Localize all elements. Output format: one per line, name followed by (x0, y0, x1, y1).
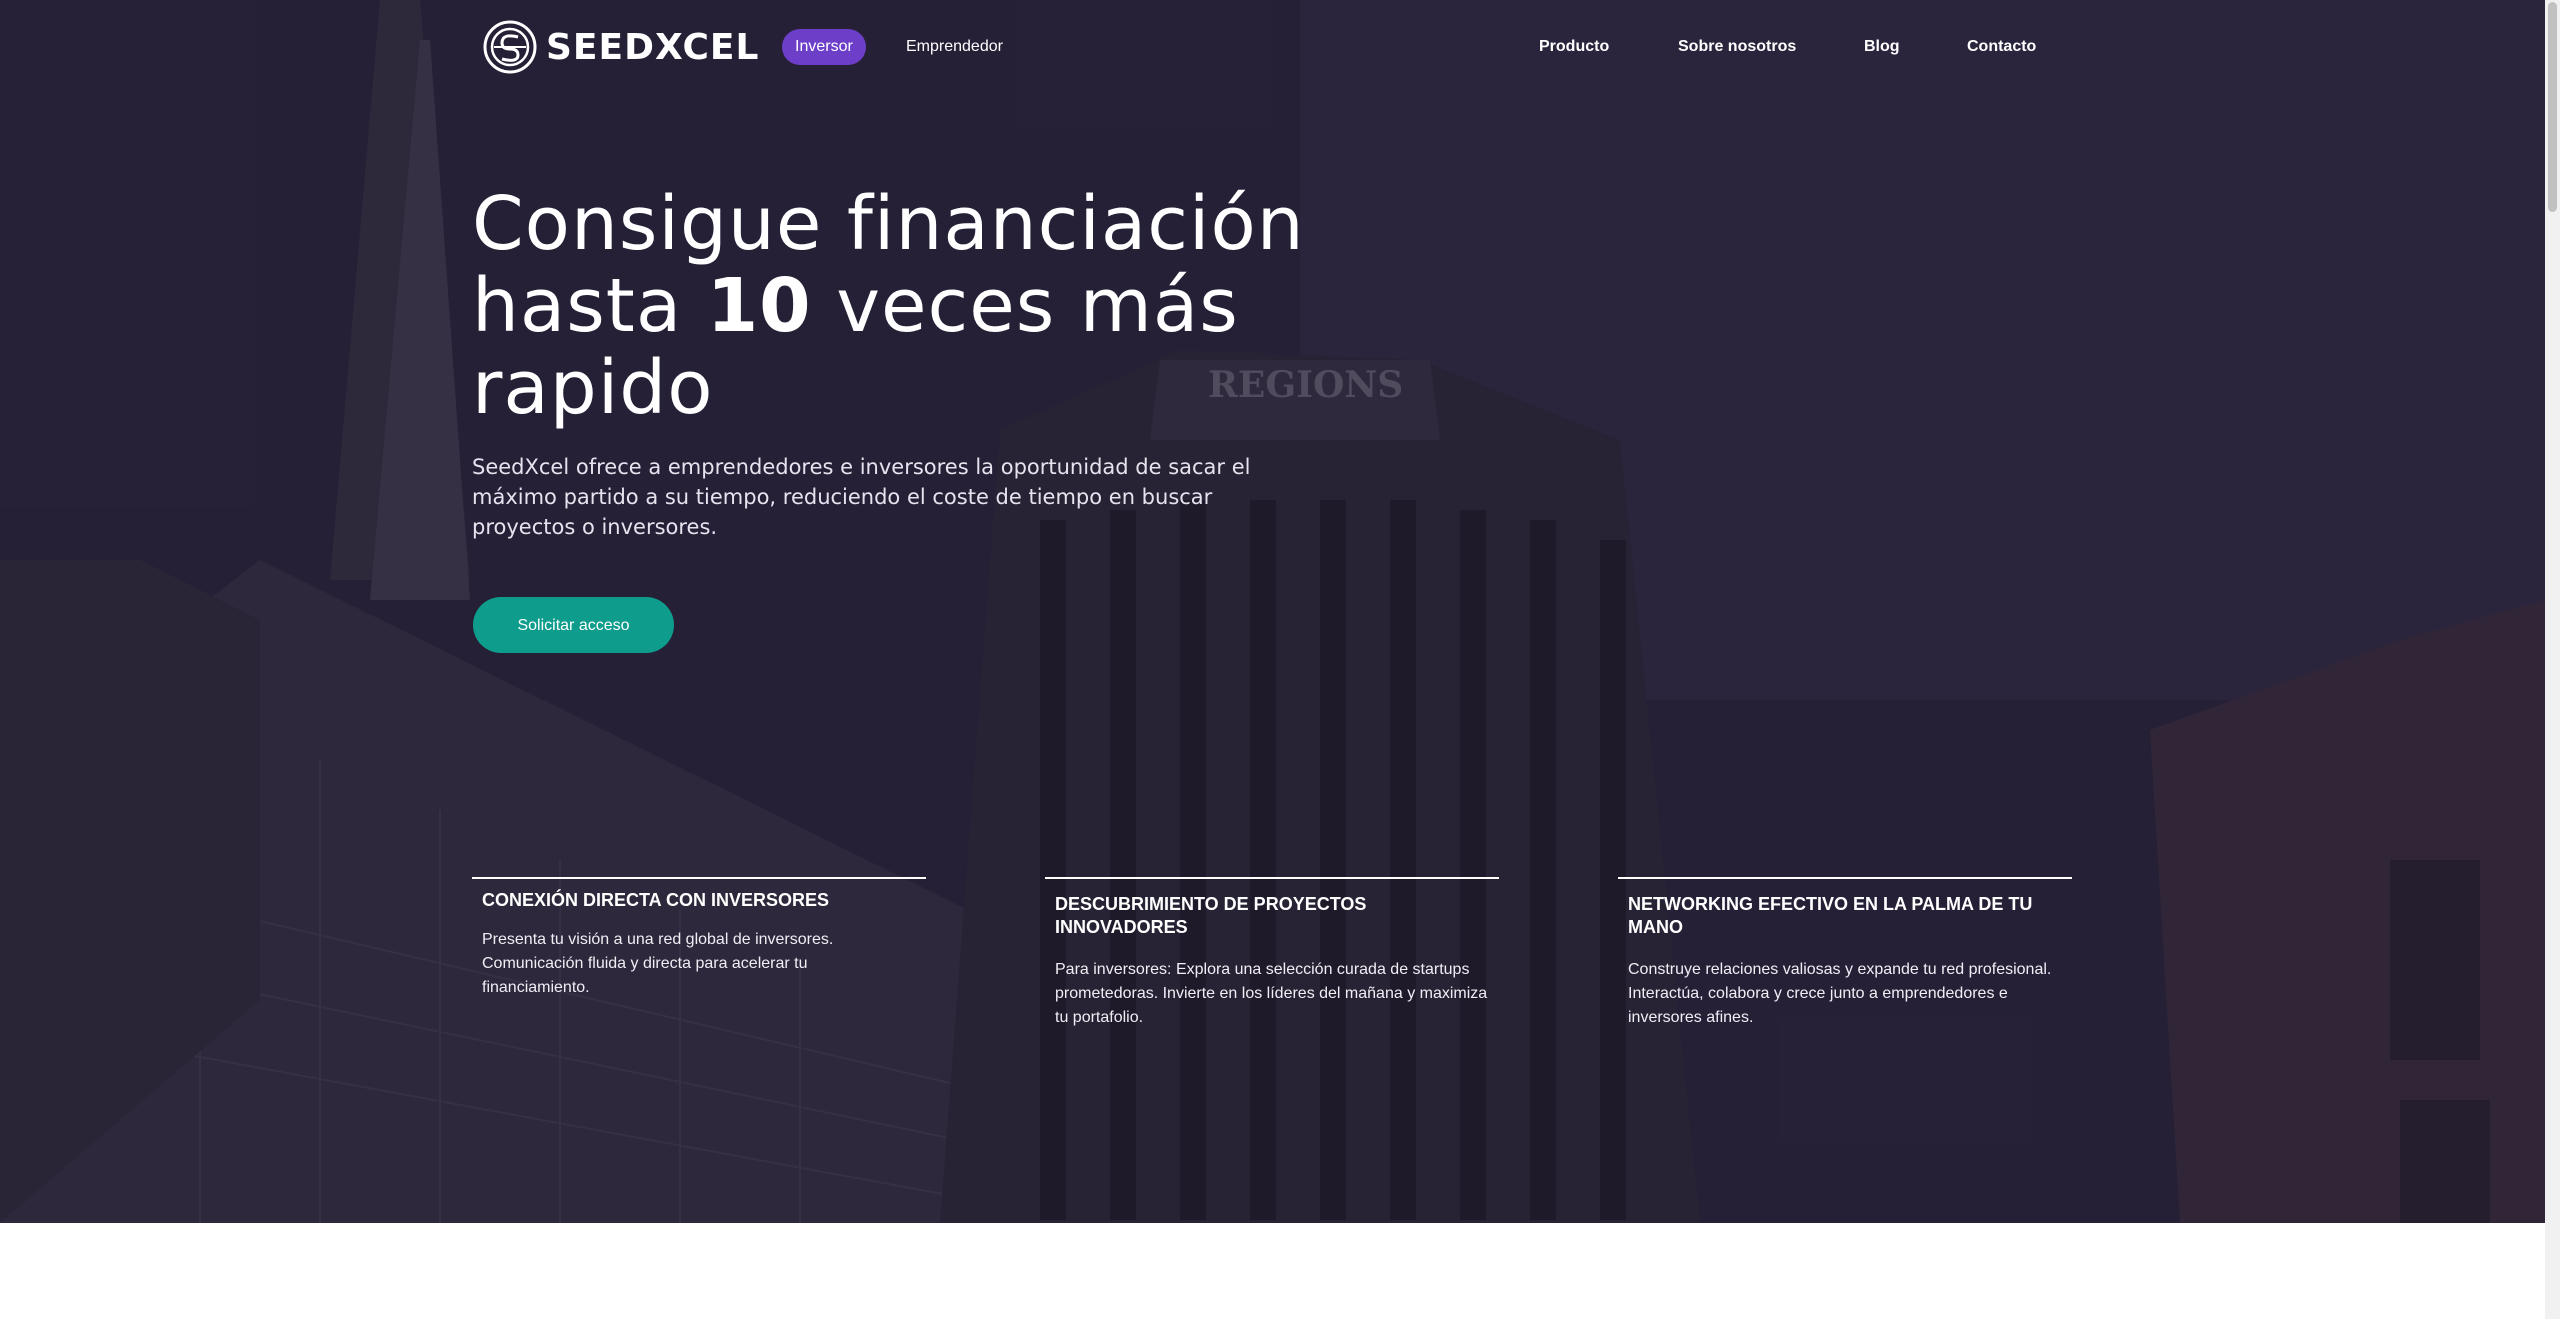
role-toggle-inversor[interactable]: Inversor (782, 29, 866, 65)
feature-title: DESCUBRIMIENTO DE PROYECTOS INNOVADORES (1055, 894, 1367, 937)
request-access-button[interactable]: Solicitar acceso (473, 597, 674, 653)
hero-subtext: SeedXcel ofrece a emprendedores e invers… (472, 455, 1251, 539)
role-toggle-emprendedor[interactable]: Emprendedor (893, 29, 1016, 65)
feature-card: CONEXIÓN DIRECTA CON INVERSORES Presenta… (472, 877, 926, 1000)
scrollbar-thumb[interactable] (2548, 2, 2557, 212)
brand-logo[interactable]: SEEDXCEL (482, 18, 759, 76)
feature-text: Presenta tu visión a una red global de i… (482, 931, 834, 996)
feature-card: NETWORKING EFECTIVO EN LA PALMA DE TU MA… (1618, 877, 2072, 1030)
feature-text: Para inversores: Explora una selección c… (1055, 961, 1488, 1026)
hero-headline: Consigue financiación hasta 10 veces más… (472, 183, 1372, 429)
nav-link-contacto[interactable]: Contacto (1967, 36, 2036, 58)
page-scrollbar[interactable] (2545, 0, 2560, 1319)
hero-headline-bold: 10 (706, 263, 812, 349)
nav-link-producto[interactable]: Producto (1539, 36, 1609, 58)
top-navigation: SEEDXCEL Inversor Emprendedor Producto S… (0, 0, 2545, 94)
feature-text: Construye relaciones valiosas y expande … (1628, 961, 2052, 1026)
brand-name: SEEDXCEL (546, 26, 760, 68)
nav-link-blog[interactable]: Blog (1864, 36, 1900, 58)
feature-card: DESCUBRIMIENTO DE PROYECTOS INNOVADORES … (1045, 877, 1499, 1030)
feature-title: NETWORKING EFECTIVO EN LA PALMA DE TU MA… (1628, 894, 2033, 937)
nav-link-sobre-nosotros[interactable]: Sobre nosotros (1678, 36, 1796, 58)
seedxcel-logo-icon (483, 20, 537, 74)
feature-title: CONEXIÓN DIRECTA CON INVERSORES (482, 890, 830, 910)
